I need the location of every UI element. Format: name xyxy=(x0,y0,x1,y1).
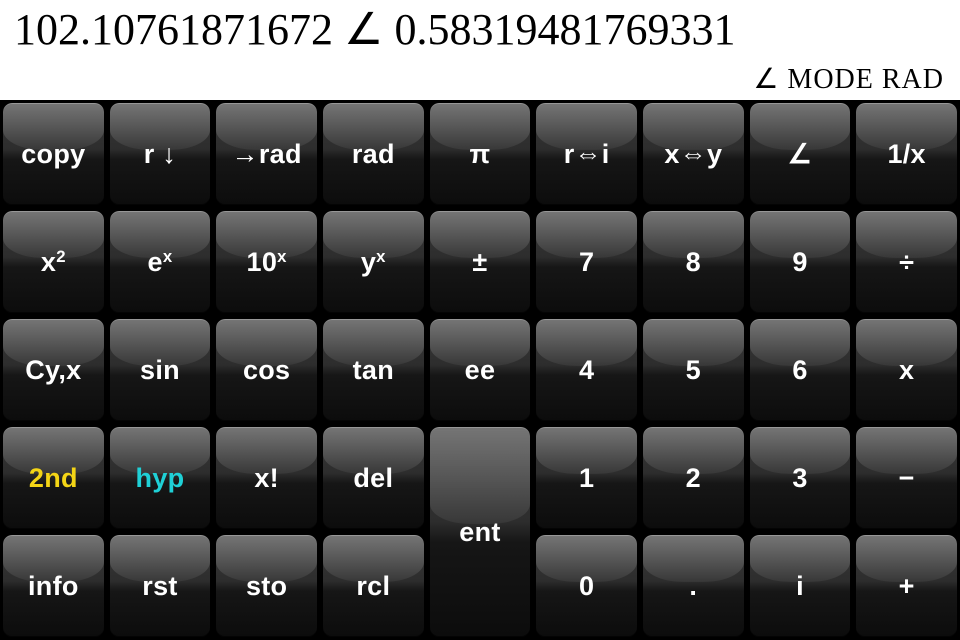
x-squared-button[interactable]: x2 xyxy=(2,210,105,314)
y-to-x-button[interactable]: yx xyxy=(322,210,425,314)
key-label: 5 xyxy=(686,355,701,386)
key-label: hyp xyxy=(136,463,185,494)
key-label: r⇔i xyxy=(564,139,610,170)
delete-button[interactable]: del xyxy=(322,426,425,530)
add-button[interactable]: + xyxy=(855,534,958,638)
divide-button[interactable]: ÷ xyxy=(855,210,958,314)
key-label: del xyxy=(353,463,393,494)
reciprocal-button[interactable]: 1/x xyxy=(855,102,958,206)
key-label: rst xyxy=(142,571,177,602)
key-label: . xyxy=(689,571,697,602)
key-label: ÷ xyxy=(899,247,914,278)
reset-button[interactable]: rst xyxy=(109,534,212,638)
digit-7-button[interactable]: 7 xyxy=(535,210,638,314)
key-label: tan xyxy=(353,355,394,386)
key-label: x⇔y xyxy=(664,139,722,170)
e-to-x-button[interactable]: ex xyxy=(109,210,212,314)
factorial-button[interactable]: x! xyxy=(215,426,318,530)
key-label: rcl xyxy=(356,571,390,602)
key-label: x xyxy=(899,355,914,386)
digit-3-button[interactable]: 3 xyxy=(749,426,852,530)
angle-button[interactable]: ∠ xyxy=(749,102,852,206)
key-label: r ↓ xyxy=(144,139,176,170)
key-label: info xyxy=(28,571,79,602)
imaginary-i-button[interactable]: i xyxy=(749,534,852,638)
key-label: rad xyxy=(352,139,395,170)
roll-down-button[interactable]: r ↓ xyxy=(109,102,212,206)
key-label: π xyxy=(470,139,491,170)
key-label: 9 xyxy=(792,247,807,278)
multiply-button[interactable]: x xyxy=(855,318,958,422)
key-label: 1/x xyxy=(887,139,925,170)
display-mode: ∠ MODE RAD xyxy=(14,62,946,98)
key-label: 2 xyxy=(686,463,701,494)
decimal-button[interactable]: . xyxy=(642,534,745,638)
key-label: 3 xyxy=(792,463,807,494)
key-label: copy xyxy=(21,139,85,170)
key-label: + xyxy=(899,571,915,602)
digit-2-button[interactable]: 2 xyxy=(642,426,745,530)
to-rad-button[interactable]: →rad xyxy=(215,102,318,206)
digit-6-button[interactable]: 6 xyxy=(749,318,852,422)
pi-button[interactable]: π xyxy=(429,102,532,206)
ten-to-x-button[interactable]: 10x xyxy=(215,210,318,314)
digit-5-button[interactable]: 5 xyxy=(642,318,745,422)
key-label: cos xyxy=(243,355,290,386)
sin-button[interactable]: sin xyxy=(109,318,212,422)
key-label: →rad xyxy=(232,139,302,170)
key-label: ∠ xyxy=(788,139,813,170)
key-label: x2 xyxy=(41,246,66,278)
subtract-button[interactable]: − xyxy=(855,426,958,530)
keypad: copy r ↓ →rad rad π r⇔i x⇔y ∠ 1/x x2 ex … xyxy=(0,100,960,640)
second-button[interactable]: 2nd xyxy=(2,426,105,530)
rad-button[interactable]: rad xyxy=(322,102,425,206)
key-label: 1 xyxy=(579,463,594,494)
display-panel: 102.10761871672 ∠ 0.58319481769331 ∠ MOD… xyxy=(0,0,960,100)
key-label: ent xyxy=(459,517,500,548)
key-label: 6 xyxy=(792,355,807,386)
key-label: 0 xyxy=(579,571,594,602)
key-label: − xyxy=(899,463,915,494)
r-swap-i-button[interactable]: r⇔i xyxy=(535,102,638,206)
key-label: 4 xyxy=(579,355,594,386)
digit-0-button[interactable]: 0 xyxy=(535,534,638,638)
enter-button[interactable]: ent xyxy=(429,426,532,638)
cos-button[interactable]: cos xyxy=(215,318,318,422)
digit-8-button[interactable]: 8 xyxy=(642,210,745,314)
ee-button[interactable]: ee xyxy=(429,318,532,422)
hyp-button[interactable]: hyp xyxy=(109,426,212,530)
copy-button[interactable]: copy xyxy=(2,102,105,206)
info-button[interactable]: info xyxy=(2,534,105,638)
key-label: x! xyxy=(254,463,279,494)
key-label: ee xyxy=(465,355,496,386)
calculator-app: 102.10761871672 ∠ 0.58319481769331 ∠ MOD… xyxy=(0,0,960,640)
recall-button[interactable]: rcl xyxy=(322,534,425,638)
key-label: sin xyxy=(140,355,180,386)
display-value: 102.10761871672 ∠ 0.58319481769331 xyxy=(14,4,946,55)
digit-4-button[interactable]: 4 xyxy=(535,318,638,422)
digit-9-button[interactable]: 9 xyxy=(749,210,852,314)
key-label: ex xyxy=(148,246,173,278)
digit-1-button[interactable]: 1 xyxy=(535,426,638,530)
x-swap-y-button[interactable]: x⇔y xyxy=(642,102,745,206)
key-label: Cy,x xyxy=(25,355,81,386)
key-label: yx xyxy=(361,246,386,278)
key-label: 10x xyxy=(247,246,287,278)
store-button[interactable]: sto xyxy=(215,534,318,638)
key-label: 8 xyxy=(686,247,701,278)
plus-minus-button[interactable]: ± xyxy=(429,210,532,314)
combination-button[interactable]: Cy,x xyxy=(2,318,105,422)
key-label: sto xyxy=(246,571,287,602)
key-label: ± xyxy=(472,247,487,278)
key-label: 7 xyxy=(579,247,594,278)
key-label: i xyxy=(796,571,804,602)
key-label: 2nd xyxy=(29,463,78,494)
tan-button[interactable]: tan xyxy=(322,318,425,422)
